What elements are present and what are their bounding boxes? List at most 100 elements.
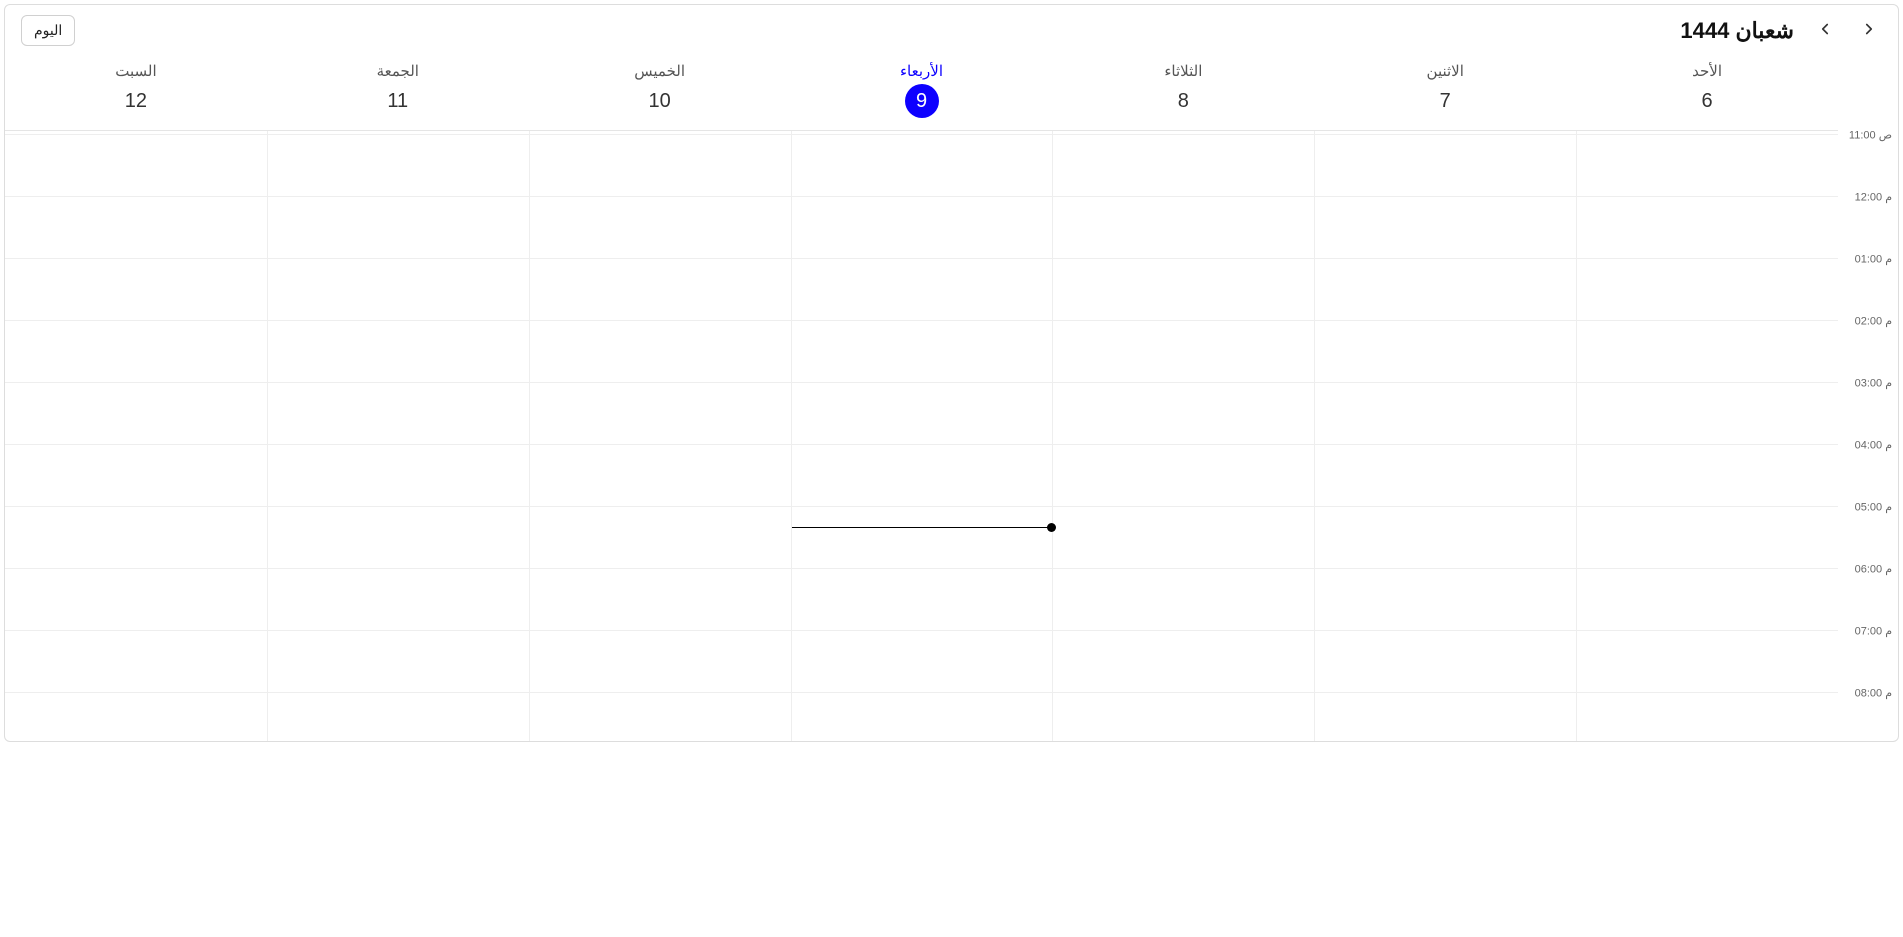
time-slot[interactable] xyxy=(1577,259,1838,321)
time-slot[interactable] xyxy=(5,321,267,383)
time-slot[interactable] xyxy=(792,259,1053,321)
time-slot[interactable] xyxy=(268,321,529,383)
time-slot[interactable] xyxy=(5,693,267,741)
time-slot[interactable] xyxy=(1577,507,1838,569)
time-slot[interactable] xyxy=(5,197,267,259)
time-slot[interactable] xyxy=(1315,631,1576,693)
weekday-number: 10 xyxy=(643,84,677,118)
time-slot[interactable] xyxy=(530,693,791,741)
time-slot[interactable] xyxy=(5,383,267,445)
time-slot[interactable] xyxy=(1053,507,1314,569)
time-slot[interactable] xyxy=(792,321,1053,383)
time-slot[interactable] xyxy=(268,569,529,631)
day-column[interactable] xyxy=(1314,131,1576,741)
weekday-number: 11 xyxy=(381,84,415,118)
time-slot[interactable] xyxy=(792,445,1053,507)
time-slot[interactable] xyxy=(268,631,529,693)
time-slot[interactable] xyxy=(1315,197,1576,259)
time-slot[interactable] xyxy=(1053,631,1314,693)
time-slot[interactable] xyxy=(1053,321,1314,383)
time-slot[interactable] xyxy=(5,259,267,321)
weekday-header-row: الأحد6الاثنين7الثلاثاء8الأربعاء9الخميس10… xyxy=(5,56,1838,131)
time-slot[interactable] xyxy=(1053,197,1314,259)
time-slot[interactable] xyxy=(530,569,791,631)
time-slot[interactable] xyxy=(1315,383,1576,445)
time-slot[interactable] xyxy=(1315,445,1576,507)
weekday-header[interactable]: السبت12 xyxy=(5,56,267,130)
time-label: 03:00 م xyxy=(1855,377,1892,390)
calendar-header: شعبان 1444 اليوم xyxy=(5,5,1898,56)
week-grid[interactable] xyxy=(5,131,1838,741)
time-slot[interactable] xyxy=(1315,569,1576,631)
time-slot[interactable] xyxy=(268,197,529,259)
time-slot[interactable] xyxy=(1053,383,1314,445)
time-slot[interactable] xyxy=(1577,135,1838,197)
time-slot[interactable] xyxy=(268,383,529,445)
time-slot[interactable] xyxy=(792,507,1053,569)
day-column[interactable] xyxy=(267,131,529,741)
weekday-header[interactable]: الاثنين7 xyxy=(1314,56,1576,130)
time-slot[interactable] xyxy=(1053,259,1314,321)
time-slot[interactable] xyxy=(792,135,1053,197)
time-slot[interactable] xyxy=(1315,507,1576,569)
header-nav-group: شعبان 1444 xyxy=(1680,16,1882,45)
time-slot[interactable] xyxy=(530,135,791,197)
calendar-title: شعبان 1444 xyxy=(1680,18,1794,44)
time-slot[interactable] xyxy=(1053,445,1314,507)
day-column[interactable] xyxy=(529,131,791,741)
time-slot[interactable] xyxy=(268,135,529,197)
weekday-header[interactable]: الجمعة11 xyxy=(267,56,529,130)
weekday-header[interactable]: الثلاثاء8 xyxy=(1052,56,1314,130)
time-slot[interactable] xyxy=(1315,135,1576,197)
day-column[interactable] xyxy=(1052,131,1314,741)
time-slot[interactable] xyxy=(530,259,791,321)
time-slot[interactable] xyxy=(530,507,791,569)
time-slot[interactable] xyxy=(1053,693,1314,741)
time-slot[interactable] xyxy=(268,507,529,569)
time-slot[interactable] xyxy=(1053,135,1314,197)
time-slot[interactable] xyxy=(792,569,1053,631)
time-slot[interactable] xyxy=(1315,259,1576,321)
time-slot[interactable] xyxy=(5,631,267,693)
time-slot[interactable] xyxy=(5,569,267,631)
time-slot[interactable] xyxy=(792,693,1053,741)
next-button[interactable] xyxy=(1812,16,1838,45)
time-slot[interactable] xyxy=(5,135,267,197)
time-slot[interactable] xyxy=(1577,445,1838,507)
time-slot[interactable] xyxy=(268,445,529,507)
time-slot[interactable] xyxy=(792,197,1053,259)
time-slot[interactable] xyxy=(1053,569,1314,631)
time-slot[interactable] xyxy=(1577,197,1838,259)
time-slot[interactable] xyxy=(5,445,267,507)
weekday-name: السبت xyxy=(5,62,267,80)
time-label: 01:00 م xyxy=(1855,253,1892,266)
weekday-header[interactable]: الأربعاء9 xyxy=(791,56,1053,130)
time-slot[interactable] xyxy=(792,631,1053,693)
time-slot[interactable] xyxy=(530,321,791,383)
weekday-header[interactable]: الأحد6 xyxy=(1576,56,1838,130)
day-column[interactable] xyxy=(791,131,1053,741)
prev-button[interactable] xyxy=(1856,16,1882,45)
time-slot[interactable] xyxy=(530,383,791,445)
time-label: 06:00 م xyxy=(1855,563,1892,576)
weekday-header[interactable]: الخميس10 xyxy=(529,56,791,130)
calendar-body[interactable]: 12:00 ص01:00 ص02:00 ص03:00 ص04:00 ص05:00… xyxy=(5,131,1898,741)
time-slot[interactable] xyxy=(1577,383,1838,445)
time-slot[interactable] xyxy=(1577,631,1838,693)
time-slot[interactable] xyxy=(1577,693,1838,741)
time-slot[interactable] xyxy=(1315,693,1576,741)
time-slot[interactable] xyxy=(1577,321,1838,383)
time-slot[interactable] xyxy=(530,631,791,693)
day-column[interactable] xyxy=(5,131,267,741)
time-slot[interactable] xyxy=(268,259,529,321)
today-button[interactable]: اليوم xyxy=(21,15,75,46)
time-slot[interactable] xyxy=(530,445,791,507)
time-slot[interactable] xyxy=(5,507,267,569)
day-column[interactable] xyxy=(1576,131,1838,741)
time-slot[interactable] xyxy=(1315,321,1576,383)
time-slot[interactable] xyxy=(1577,569,1838,631)
time-slot[interactable] xyxy=(530,197,791,259)
time-slot[interactable] xyxy=(268,693,529,741)
time-slot[interactable] xyxy=(792,383,1053,445)
chevron-left-icon xyxy=(1816,20,1834,41)
